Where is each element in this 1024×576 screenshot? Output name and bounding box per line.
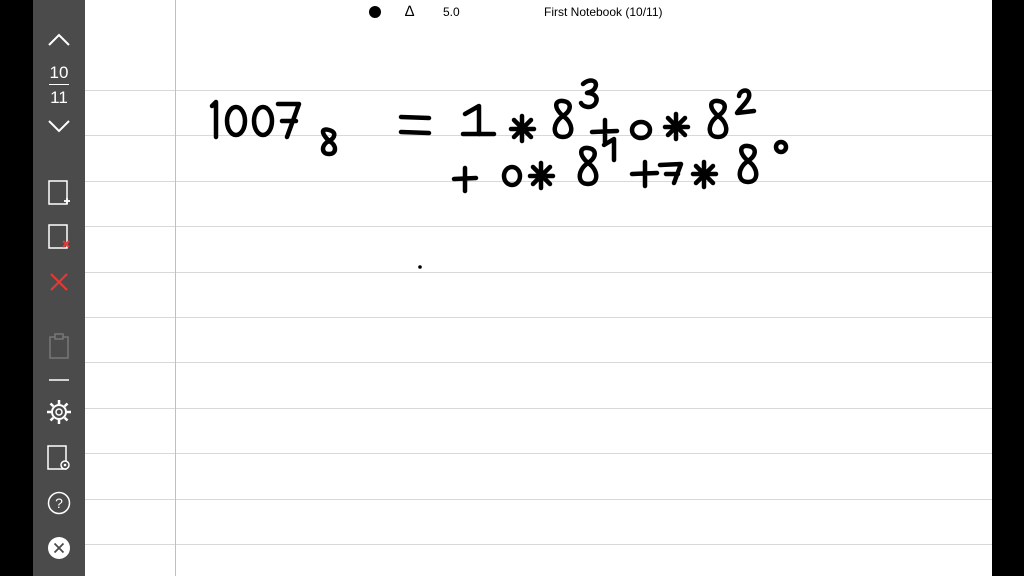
total-page-number: 11	[50, 87, 68, 107]
page-number-divider	[49, 84, 69, 85]
exit-button[interactable]	[33, 535, 85, 561]
side-toolbar: 10 11 ?	[33, 0, 85, 576]
notebook-page[interactable]: ∆ 5.0 First Notebook (10/11)	[85, 0, 992, 576]
current-page-number: 10	[49, 62, 69, 82]
ink-equals	[398, 114, 432, 136]
ink-line1-rhs	[460, 78, 757, 146]
exit-icon	[48, 537, 70, 559]
add-page-button[interactable]	[33, 178, 85, 208]
left-frame	[0, 0, 33, 576]
delete-page-icon	[48, 224, 70, 249]
paste-button[interactable]	[33, 331, 85, 361]
delete-page-button[interactable]	[33, 222, 85, 252]
help-button[interactable]: ?	[33, 490, 85, 516]
clipboard-icon	[49, 333, 69, 359]
ink-1007-base8	[209, 99, 338, 157]
page-settings-button[interactable]	[33, 443, 85, 473]
handwriting-ink	[209, 78, 789, 269]
ink-dot	[418, 265, 422, 269]
page-settings-icon	[47, 445, 70, 470]
minus-button[interactable]	[33, 372, 85, 388]
settings-icon	[47, 400, 71, 424]
chevron-up-icon	[48, 33, 70, 46]
previous-page-button[interactable]	[33, 28, 85, 52]
next-page-button[interactable]	[33, 114, 85, 138]
close-red-icon	[50, 273, 68, 291]
clear-page-button[interactable]	[33, 270, 85, 294]
minus-icon	[49, 379, 69, 381]
settings-button[interactable]	[33, 398, 85, 426]
svg-text:?: ?	[55, 495, 63, 511]
help-icon: ?	[47, 491, 71, 515]
chevron-down-icon	[48, 120, 70, 133]
right-frame	[992, 0, 1024, 576]
add-page-icon	[48, 180, 70, 205]
ink-line2	[451, 136, 789, 194]
